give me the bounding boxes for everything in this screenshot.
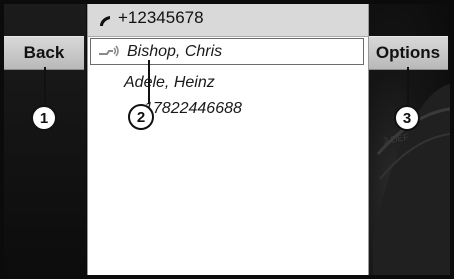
list-item[interactable]: 17822446688 <box>144 100 242 118</box>
list-item-label: Bishop, Chris <box>127 43 223 60</box>
callout-1-number: 1 <box>39 109 49 127</box>
callout-1-line <box>44 67 46 105</box>
options-button-label: Options <box>375 43 441 62</box>
list-item[interactable]: Adele, Heinz <box>124 74 215 92</box>
options-button[interactable]: Options <box>368 36 448 70</box>
contact-list-panel: +12345678 Bishop, Chris Adele, Heinz 178… <box>87 4 369 275</box>
callout-2: 2 <box>128 104 154 130</box>
contact-call-icon <box>99 45 119 57</box>
callout-2-line <box>148 60 150 104</box>
callout-3: 3 <box>394 105 420 131</box>
back-button-label: Back <box>23 43 65 62</box>
phone-icon <box>100 16 110 26</box>
callout-3-line <box>407 67 409 105</box>
dialed-number: +12345678 <box>118 8 204 27</box>
back-button[interactable]: Back <box>4 36 84 70</box>
dialed-number-header[interactable]: +12345678 <box>88 4 368 37</box>
callout-2-number: 2 <box>136 108 146 126</box>
list-item-selected[interactable]: Bishop, Chris <box>90 38 364 65</box>
callout-1: 1 <box>31 105 57 131</box>
callout-3-number: 3 <box>402 109 412 127</box>
